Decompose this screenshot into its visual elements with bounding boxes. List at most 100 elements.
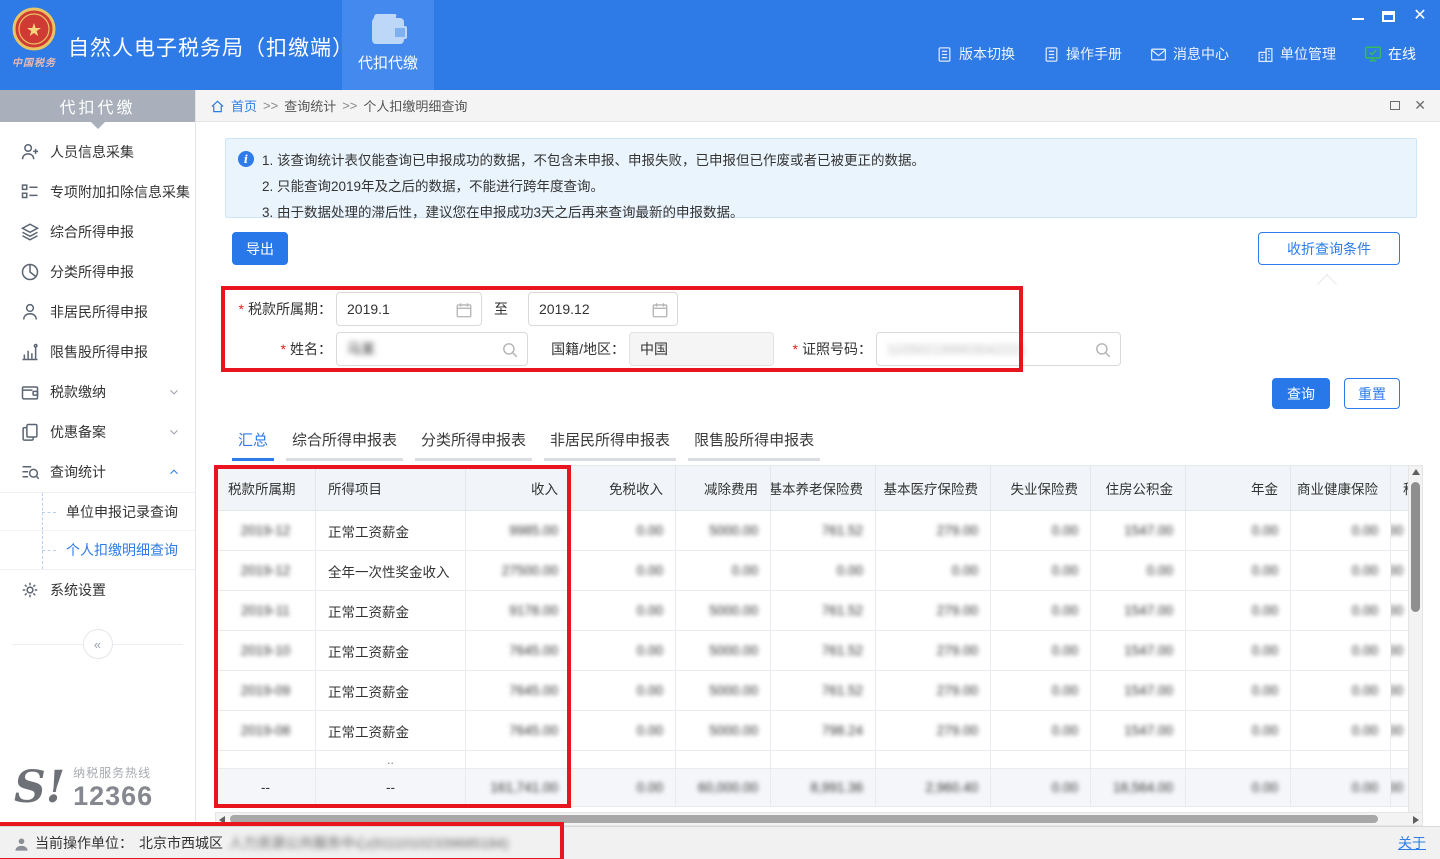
horizontal-scroll-thumb[interactable]: [230, 815, 1378, 823]
person-add-icon: [20, 142, 40, 162]
module-tab-daikoudaijiao[interactable]: 代扣代缴: [342, 0, 434, 90]
person-icon: [20, 302, 40, 322]
tab-分类所得申报表[interactable]: 分类所得申报表: [415, 425, 532, 461]
panel-maximize-icon[interactable]: [1390, 101, 1400, 110]
sidebar-item-人员信息采集[interactable]: 人员信息采集: [0, 132, 195, 172]
breadcrumb-home[interactable]: 首页: [231, 96, 257, 115]
table-cell: 0.00: [1291, 551, 1391, 591]
scroll-right-icon[interactable]: [1413, 816, 1419, 824]
column-header: 所得项目: [316, 466, 466, 511]
sidebar-item-label: 优惠备案: [50, 422, 167, 442]
gear-icon: [20, 580, 40, 600]
sidebar-item-label: 人员信息采集: [50, 142, 181, 162]
period-to-input[interactable]: 2019.12: [528, 292, 678, 326]
table-cell: 279.00: [876, 591, 991, 631]
report-tabs: 汇总综合所得申报表分类所得申报表非居民所得申报表限售股所得申报表: [232, 425, 820, 461]
sidebar-item-系统设置[interactable]: 系统设置: [0, 570, 195, 610]
table-cell: 0.00: [991, 631, 1091, 671]
period-from-input[interactable]: 2019.1: [336, 292, 482, 326]
breadcrumb-current: 个人扣缴明细查询: [363, 96, 467, 115]
search-icon[interactable]: [501, 341, 519, 359]
tab-综合所得申报表[interactable]: 综合所得申报表: [286, 425, 403, 461]
table-cell: 5000.00: [676, 711, 771, 751]
vertical-scroll-thumb[interactable]: [1411, 482, 1420, 612]
sidebar-item-label: 税款缴纳: [50, 382, 167, 402]
table-row[interactable]: 2019-10正常工资薪金7645.000.005000.00761.52279…: [216, 631, 1412, 671]
table-cell: 761.52: [771, 631, 876, 671]
tab-限售股所得申报表[interactable]: 限售股所得申报表: [688, 425, 820, 461]
sidebar-collapse-button[interactable]: «: [83, 629, 113, 659]
sidebar-subitem-单位申报记录查询[interactable]: 单位申报记录查询: [0, 493, 195, 531]
sidebar-submenu: 单位申报记录查询个人扣缴明细查询: [0, 492, 195, 570]
table-cell: [571, 751, 676, 769]
table-total-row: ----161,741.000.0060,000.008,991.362,960…: [216, 769, 1412, 807]
search-list-icon: [20, 462, 40, 482]
sidebar-item-综合所得申报[interactable]: 综合所得申报: [0, 212, 195, 252]
horizontal-scrollbar[interactable]: [215, 812, 1423, 826]
table-row[interactable]: 2019-09正常工资薪金7645.000.005000.00761.52279…: [216, 671, 1412, 711]
tab-汇总[interactable]: 汇总: [232, 425, 274, 461]
table-cell: 0.00: [1186, 711, 1291, 751]
sidebar-item-非居民所得申报[interactable]: 非居民所得申报: [0, 292, 195, 332]
bar-chart-icon: [20, 342, 40, 362]
panel-close-icon[interactable]: ✕: [1414, 97, 1426, 114]
table-cell: 0.00: [1291, 671, 1391, 711]
reset-button[interactable]: 重置: [1344, 378, 1400, 409]
sidebar-item-税款缴纳[interactable]: 税款缴纳: [0, 372, 195, 412]
column-header: 基本医疗保险费: [876, 466, 991, 511]
sidebar-item-优惠备案[interactable]: 优惠备案: [0, 412, 195, 452]
scroll-up-icon[interactable]: [1412, 469, 1420, 475]
query-button[interactable]: 查询: [1272, 378, 1330, 409]
online-status[interactable]: 在线: [1364, 44, 1416, 64]
table-cell: 正常工资薪金: [316, 511, 466, 551]
close-button[interactable]: ✕: [1412, 8, 1428, 24]
table-cell: 5000.00: [676, 591, 771, 631]
sidebar-item-限售股所得申报[interactable]: 限售股所得申报: [0, 332, 195, 372]
scroll-left-icon[interactable]: [219, 816, 225, 824]
column-header: 年金: [1186, 466, 1291, 511]
sidebar-item-专项附加扣除信息采集[interactable]: 专项附加扣除信息采集: [0, 172, 195, 212]
restore-button[interactable]: [1382, 11, 1395, 22]
id-number-label: 证照号码：: [788, 332, 872, 366]
breadcrumb: 首页 >> 查询统计 >> 个人扣缴明细查询 ✕: [196, 90, 1440, 122]
sidebar-item-label: 系统设置: [50, 580, 181, 600]
tab-非居民所得申报表[interactable]: 非居民所得申报表: [544, 425, 676, 461]
collapse-query-button[interactable]: 收折查询条件: [1258, 232, 1400, 265]
table-cell: 0.00: [571, 551, 676, 591]
table-cell: [676, 751, 771, 769]
table-row[interactable]: 2019-12正常工资薪金9985.000.005000.00761.52279…: [216, 511, 1412, 551]
header-menu-单位管理[interactable]: 单位管理: [1257, 44, 1336, 64]
name-input[interactable]: 马某: [336, 332, 528, 366]
column-header: 失业保险费: [991, 466, 1091, 511]
table-row[interactable]: 2019-12全年一次性奖金收入27500.000.000.000.000.00…: [216, 551, 1412, 591]
table-cell: 5000.00: [676, 511, 771, 551]
table-cell: 0.00: [1186, 591, 1291, 631]
search-icon[interactable]: [1094, 341, 1112, 359]
export-button[interactable]: 导出: [232, 232, 288, 265]
header-menu-消息中心[interactable]: 消息中心: [1150, 44, 1229, 64]
nationality-input: 中国: [629, 332, 774, 366]
table-cell: 正常工资薪金: [316, 591, 466, 631]
sidebar-item-查询统计[interactable]: 查询统计: [0, 452, 195, 492]
minimize-button[interactable]: [1352, 12, 1364, 20]
table-cell: 0.00: [571, 769, 676, 807]
table-row[interactable]: 2019-08正常工资薪金7645.000.005000.00798.24279…: [216, 711, 1412, 751]
monitor-check-icon: [1364, 45, 1382, 63]
sidebar-item-分类所得申报[interactable]: 分类所得申报: [0, 252, 195, 292]
table-cell: 7645.00: [466, 711, 571, 751]
building-icon: [1257, 46, 1274, 63]
header-menu-label: 操作手册: [1066, 44, 1122, 64]
about-link[interactable]: 关于: [1398, 833, 1426, 853]
calendar-icon[interactable]: [651, 301, 669, 319]
sidebar-subitem-个人扣缴明细查询[interactable]: 个人扣缴明细查询: [0, 531, 195, 569]
table-row[interactable]: 2019-11正常工资薪金9178.000.005000.00761.52279…: [216, 591, 1412, 631]
id-number-input[interactable]: 110502199903042221: [876, 332, 1121, 366]
header-menu-操作手册[interactable]: 操作手册: [1043, 44, 1122, 64]
calendar-icon[interactable]: [455, 301, 473, 319]
header-menu-版本切换[interactable]: 版本切换: [936, 44, 1015, 64]
table-cell: 5000.00: [676, 671, 771, 711]
table-cell: 1547.00: [1091, 711, 1186, 751]
table-cell: 8,991.36: [771, 769, 876, 807]
vertical-scrollbar[interactable]: [1408, 465, 1423, 859]
table-cell: 0.00: [1186, 511, 1291, 551]
